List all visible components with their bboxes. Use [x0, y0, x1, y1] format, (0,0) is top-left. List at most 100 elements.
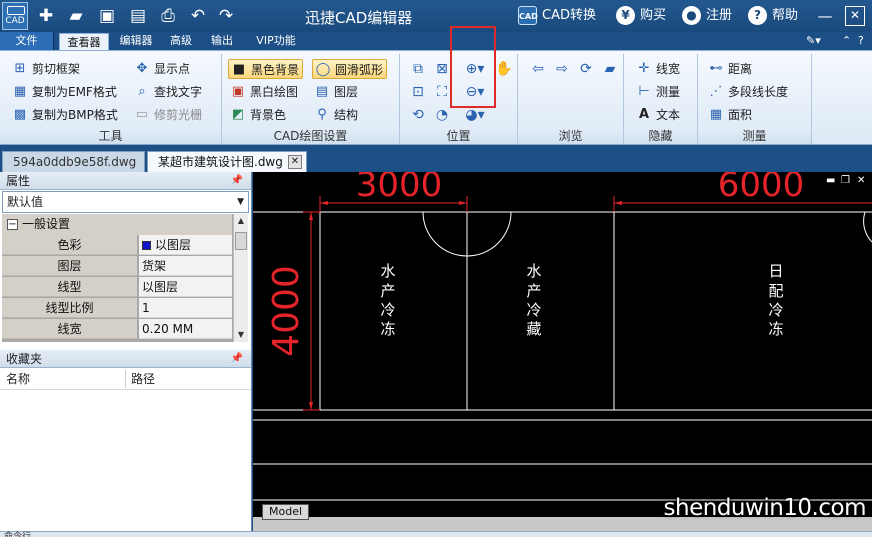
pin-icon[interactable]: 📌: [231, 172, 243, 190]
find-text-button[interactable]: ⌕ 查找文字: [132, 82, 205, 102]
clip-frame-label: 剪切框架: [32, 62, 81, 76]
register-button[interactable]: ● 注册: [682, 5, 732, 27]
buy-button[interactable]: ¥ 购买: [616, 5, 666, 27]
help-button[interactable]: ? 帮助: [748, 5, 798, 27]
canvas-restore-icon[interactable]: ❐: [841, 175, 850, 186]
layers-button[interactable]: ▤ 图层: [312, 82, 361, 102]
print-icon[interactable]: ⎙: [158, 6, 178, 26]
room-char: 冷: [768, 301, 783, 319]
fit-icon[interactable]: ⊡: [408, 82, 428, 102]
save-as-icon[interactable]: ▤: [128, 6, 148, 26]
property-value[interactable]: 0.20 MM: [139, 319, 232, 339]
open-icon[interactable]: ▰: [66, 6, 86, 26]
property-row[interactable]: 线型 以图层: [2, 277, 232, 298]
scroll-down-icon[interactable]: ▼: [234, 328, 248, 342]
polyline-length-button[interactable]: ⋰ 多段线长度: [706, 82, 791, 102]
trim-raster-label: 修剪光栅: [154, 108, 203, 122]
property-row[interactable]: 色彩 以图层: [2, 235, 232, 256]
zoom-extents-icon[interactable]: ⊠: [432, 59, 452, 79]
property-value[interactable]: 货架: [139, 256, 232, 276]
forward-arrow-icon[interactable]: ⇨: [552, 59, 572, 79]
smooth-arc-button[interactable]: ◯ 圆滑弧形: [312, 59, 388, 79]
undo-icon[interactable]: ↶: [188, 6, 208, 26]
model-tab[interactable]: Model: [262, 504, 309, 520]
room-char: 水: [526, 262, 541, 280]
trim-raster-button[interactable]: ▭ 修剪光栅: [132, 105, 205, 125]
show-points-button[interactable]: ✥ 显示点: [132, 59, 193, 79]
pan-hand-icon[interactable]: ✋: [494, 59, 514, 79]
scroll-thumb[interactable]: [235, 232, 247, 250]
cad-editor-window: CAD ✚ ▰ ▣ ▤ ⎙ ↶ ↷ 迅捷CAD编辑器 CAD CAD转换 ¥ 购买 …: [0, 0, 872, 537]
column-name[interactable]: 名称: [6, 368, 30, 390]
tab-file[interactable]: 文件: [0, 32, 54, 50]
property-row[interactable]: 图层 货架: [2, 256, 232, 277]
bw-draw-icon: ▣: [231, 84, 245, 99]
measure-toggle-button[interactable]: ⊢ 测量: [634, 82, 683, 102]
find-text-icon: ⌕: [138, 84, 146, 99]
ribbon-help-icon[interactable]: ?: [858, 34, 864, 47]
canvas-minimize-icon[interactable]: ▬: [826, 175, 835, 186]
cad-convert-button[interactable]: CAD CAD转换: [518, 5, 596, 27]
clip-frame-button[interactable]: ⊞ 剪切框架: [10, 59, 83, 79]
property-value[interactable]: 以图层: [139, 277, 232, 297]
collapse-icon[interactable]: −: [7, 219, 18, 230]
show-points-label: 显示点: [154, 62, 191, 76]
structure-button[interactable]: ⚲ 结构: [312, 105, 361, 125]
tab-vip[interactable]: VIP功能: [250, 32, 302, 50]
pin-icon[interactable]: 📌: [231, 350, 243, 368]
bw-draw-button[interactable]: ▣ 黑白绘图: [228, 82, 301, 102]
black-bg-button[interactable]: ■ 黑色背景: [228, 59, 304, 79]
property-value[interactable]: 以图层: [139, 235, 232, 255]
close-tab-icon[interactable]: ✕: [288, 155, 302, 169]
room-label-1: 水 产 冷 冻: [380, 262, 395, 338]
property-row[interactable]: 线型比例 1: [2, 298, 232, 319]
ribbon-collapse-icon[interactable]: ⌃: [842, 34, 851, 47]
property-row[interactable]: 线宽 0.20 MM: [2, 319, 232, 340]
minimize-button[interactable]: —: [815, 6, 835, 26]
property-value[interactable]: 1: [139, 298, 232, 318]
distance-label: 距离: [728, 62, 753, 76]
refresh-icon[interactable]: ⟳: [576, 59, 596, 79]
zoom-window-icon[interactable]: ⛶: [432, 82, 452, 102]
distance-button[interactable]: ⊷ 距离: [706, 59, 755, 79]
style-icon[interactable]: ✎▾: [806, 34, 821, 47]
copy-bmp-button[interactable]: ▩ 复制为BMP格式: [10, 105, 121, 125]
measure-toggle-label: 测量: [656, 85, 681, 99]
back-arrow-icon[interactable]: ⇦: [528, 59, 548, 79]
scroll-up-icon[interactable]: ▲: [234, 214, 248, 228]
window-zoom-icon[interactable]: ⧉: [408, 59, 428, 79]
new-icon[interactable]: ✚: [36, 6, 56, 26]
open-folder-icon[interactable]: ▰: [600, 59, 620, 79]
favorites-panel: 收藏夹 📌 名称 路径: [0, 350, 251, 537]
drawing-canvas[interactable]: 3000 6000 4000 水 产 冷 冻 水 产 冷 藏 日 配 冷 冻 ▬…: [253, 172, 872, 531]
tab-editor[interactable]: 编辑器: [115, 32, 157, 50]
zoom-options-icon[interactable]: ◕▾: [460, 105, 490, 125]
drawing-svg: 3000 6000 4000 水 产 冷 冻 水 产 冷 藏 日 配 冷 冻: [253, 172, 872, 501]
rotate-icon[interactable]: ⟲: [408, 105, 428, 125]
close-button[interactable]: ✕: [845, 6, 865, 26]
tab-advanced[interactable]: 高级: [164, 32, 198, 50]
column-separator[interactable]: [125, 370, 126, 388]
app-logo[interactable]: CAD: [2, 2, 28, 30]
property-section[interactable]: − 一般设置: [2, 214, 232, 235]
structure-icon: ⚲: [317, 107, 327, 122]
property-section-label: 一般设置: [22, 217, 71, 231]
properties-selector[interactable]: 默认值 ▼: [2, 191, 249, 213]
doc-tab-2[interactable]: 某超市建筑设计图.dwg ✕: [147, 151, 307, 172]
property-scrollbar[interactable]: ▲ ▼: [233, 214, 248, 342]
redo-icon[interactable]: ↷: [216, 6, 236, 26]
bg-color-button[interactable]: ◩ 背景色: [228, 105, 289, 125]
save-icon[interactable]: ▣: [97, 6, 117, 26]
area-button[interactable]: ▦ 面积: [706, 105, 755, 125]
copy-emf-button[interactable]: ▦ 复制为EMF格式: [10, 82, 120, 102]
linewidth-button[interactable]: ✛ 线宽: [634, 59, 683, 79]
doc-tab-1[interactable]: 594a0ddb9e58f.dwg: [2, 151, 145, 172]
text-icon: A: [638, 107, 650, 122]
tab-output[interactable]: 输出: [205, 32, 239, 50]
text-toggle-button[interactable]: A 文本: [634, 105, 683, 125]
color-swatch: [142, 241, 151, 250]
tab-viewer[interactable]: 查看器: [59, 33, 109, 51]
zoom-previous-icon[interactable]: ◔: [432, 105, 452, 125]
column-path[interactable]: 路径: [131, 368, 155, 390]
canvas-close-icon[interactable]: ✕: [857, 175, 865, 186]
